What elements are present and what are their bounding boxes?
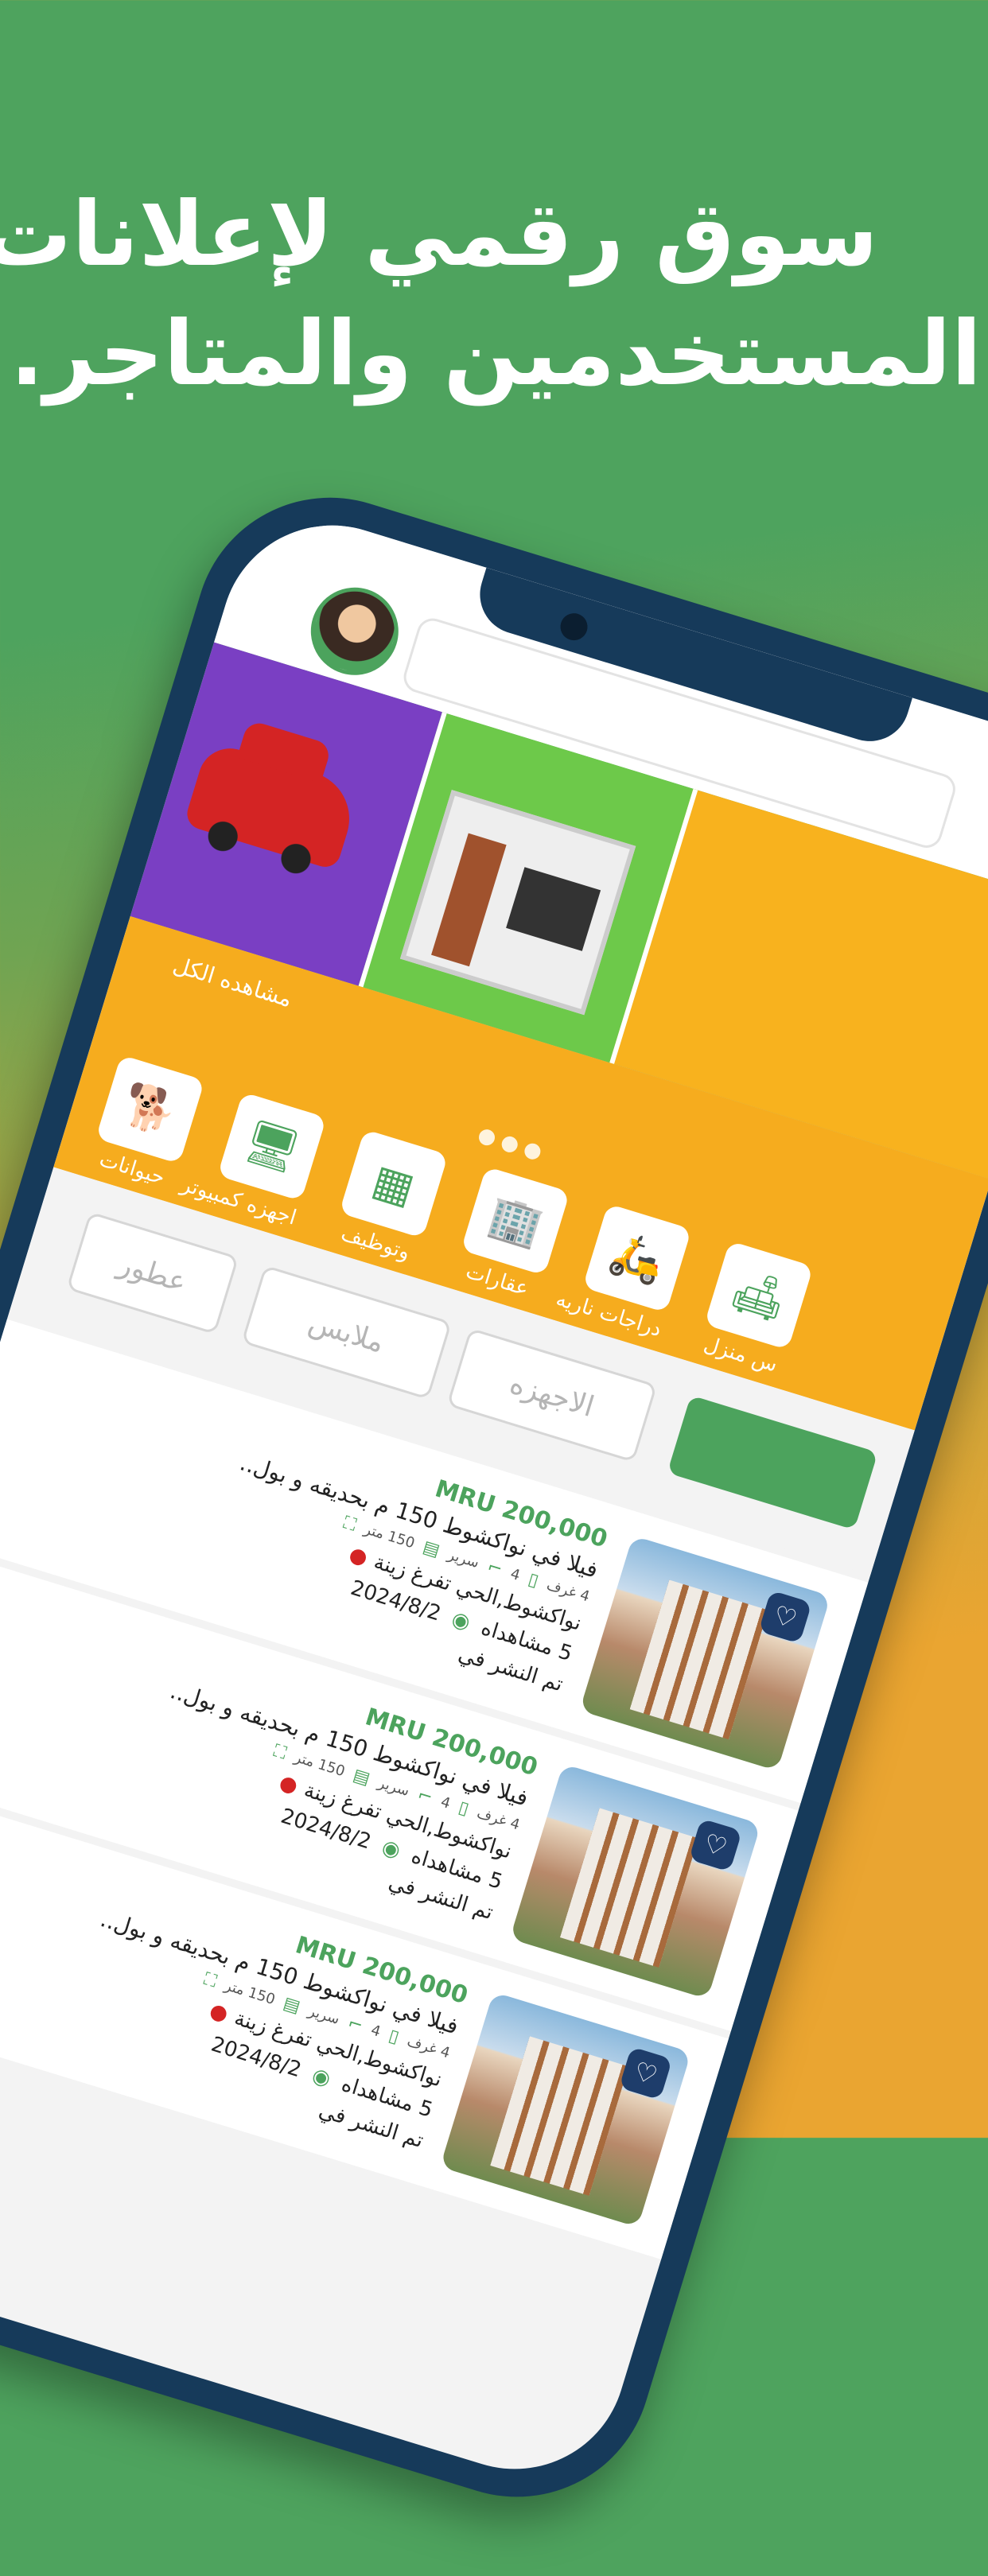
bed-label: سرير <box>375 1774 412 1800</box>
bath-icon: ⌐ <box>345 2013 366 2037</box>
filter-chip[interactable] <box>667 1395 878 1530</box>
baths-count: 4 <box>368 2022 383 2041</box>
rooms-count: 4 غرف <box>405 2033 453 2062</box>
door-icon: ▯ <box>526 1569 541 1591</box>
car-image <box>183 740 361 871</box>
avatar[interactable] <box>300 577 410 686</box>
filter-chip[interactable]: ملابس <box>241 1265 453 1401</box>
filter-chip[interactable]: الاجهزه <box>446 1327 658 1463</box>
baths-count: 4 <box>438 1793 453 1813</box>
eye-icon: ◉ <box>379 1835 403 1863</box>
category-item[interactable]: ▦ وتوظيف <box>330 1129 449 1268</box>
category-item[interactable]: 🛋 س منزل <box>695 1241 814 1379</box>
eye-icon: ◉ <box>309 2063 334 2092</box>
phone-frame: مشاهده الكل 🐕 حيوانات 🖥 اجهزه كمبيوتر ▦ وتوظي… <box>0 464 988 2531</box>
area-icon: ⛶ <box>270 1741 289 1764</box>
location-pin-icon: ● <box>346 1542 371 1571</box>
category-item[interactable]: 🖥 اجهزه كمبيوتر <box>178 1091 327 1230</box>
listing-image <box>509 1763 761 1999</box>
carousel-dots <box>476 1127 543 1162</box>
bath-icon: ⌐ <box>484 1556 505 1580</box>
bed-label: سرير <box>445 1546 481 1572</box>
baths-count: 4 <box>508 1565 523 1584</box>
filter-chip[interactable]: عطور <box>66 1211 239 1335</box>
computer-icon: 🖥 <box>217 1091 327 1202</box>
phone-mockup: مشاهده الكل 🐕 حيوانات 🖥 اجهزه كمبيوتر ▦ وتوظي… <box>0 414 988 2564</box>
jobs-icon: ▦ <box>339 1129 449 1239</box>
rooms-count: 4 غرف <box>544 1576 592 1606</box>
motorbike-icon: 🛵 <box>582 1203 692 1313</box>
camera-icon <box>557 609 591 644</box>
headline-line-1: سوق رقمي لإعلانات <box>0 183 878 286</box>
bath-icon: ⌐ <box>414 1785 435 1809</box>
location-pin-icon: ● <box>276 1770 301 1799</box>
phone-screen: مشاهده الكل 🐕 حيوانات 🖥 اجهزه كمبيوتر ▦ وتوظي… <box>0 497 988 2497</box>
see-all-link[interactable]: مشاهده الكل <box>170 951 295 1012</box>
category-item[interactable]: 🛵 دراجات ناريه <box>553 1203 692 1342</box>
category-item[interactable]: 🏢 عقارات <box>452 1166 570 1305</box>
bed-icon: ▤ <box>281 1993 303 2018</box>
rooms-count: 4 غرف <box>474 1805 522 1834</box>
location-pin-icon: ● <box>206 1999 231 2027</box>
bed-icon: ▤ <box>420 1537 442 1561</box>
bed-label: سرير <box>305 2003 342 2028</box>
category-item[interactable]: 🐕 حيوانات <box>87 1055 205 1193</box>
sofa-icon: 🛋 <box>704 1241 814 1350</box>
listing-image <box>440 1991 691 2228</box>
headline-line-2: المستخدمين والمتاجر. <box>10 302 982 406</box>
building-icon: 🏢 <box>461 1166 570 1276</box>
door-icon: ▯ <box>456 1797 472 1820</box>
area-icon: ⛶ <box>201 1969 220 1992</box>
dog-icon: 🐕 <box>95 1055 205 1164</box>
eye-icon: ◉ <box>449 1607 473 1635</box>
bed-icon: ▤ <box>350 1765 372 1789</box>
door-icon: ▯ <box>386 2026 402 2048</box>
listing-image <box>579 1535 831 1771</box>
area-icon: ⛶ <box>340 1513 359 1536</box>
promo-headline: سوق رقمي لإعلانات المستخدمين والمتاجر. <box>0 175 988 414</box>
